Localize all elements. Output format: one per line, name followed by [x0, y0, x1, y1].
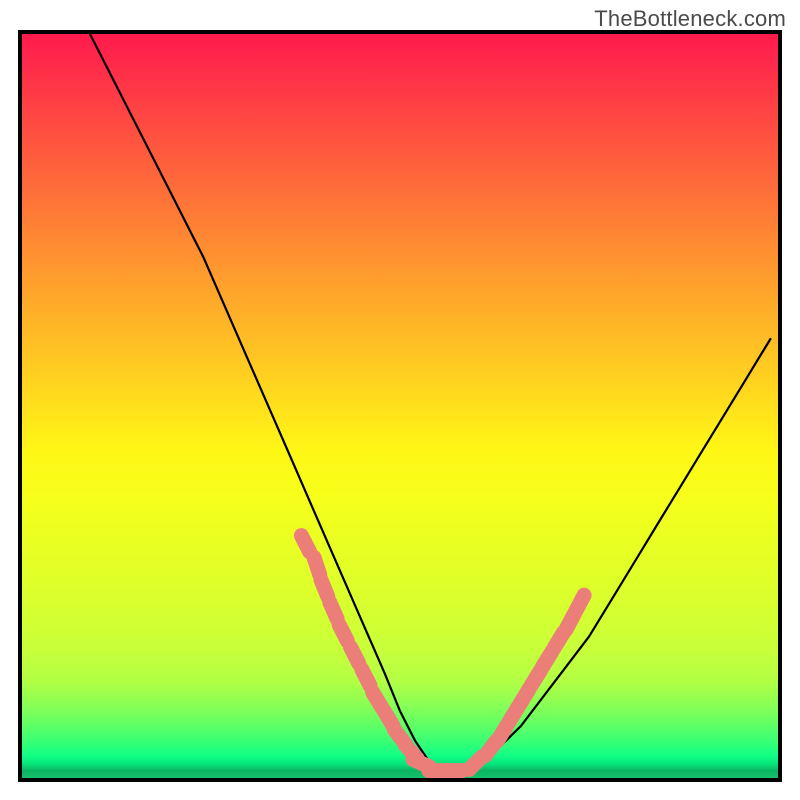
chart-marker [339, 625, 347, 641]
chart-marker [362, 670, 370, 686]
watermark-text: TheBottleneck.com [594, 6, 786, 32]
chart-marker [301, 536, 309, 552]
chart-container: TheBottleneck.com [0, 0, 800, 800]
chart-plot-area [22, 34, 778, 778]
chart-marker [314, 557, 320, 574]
chart-curve-group [90, 34, 770, 771]
chart-marker [351, 647, 359, 663]
chart-marker [330, 602, 337, 618]
chart-svg [22, 34, 778, 778]
chart-markers-group [301, 536, 584, 771]
chart-marker [321, 580, 328, 597]
chart-frame [18, 30, 782, 782]
bottleneck-curve [90, 34, 770, 771]
chart-marker [576, 595, 584, 611]
